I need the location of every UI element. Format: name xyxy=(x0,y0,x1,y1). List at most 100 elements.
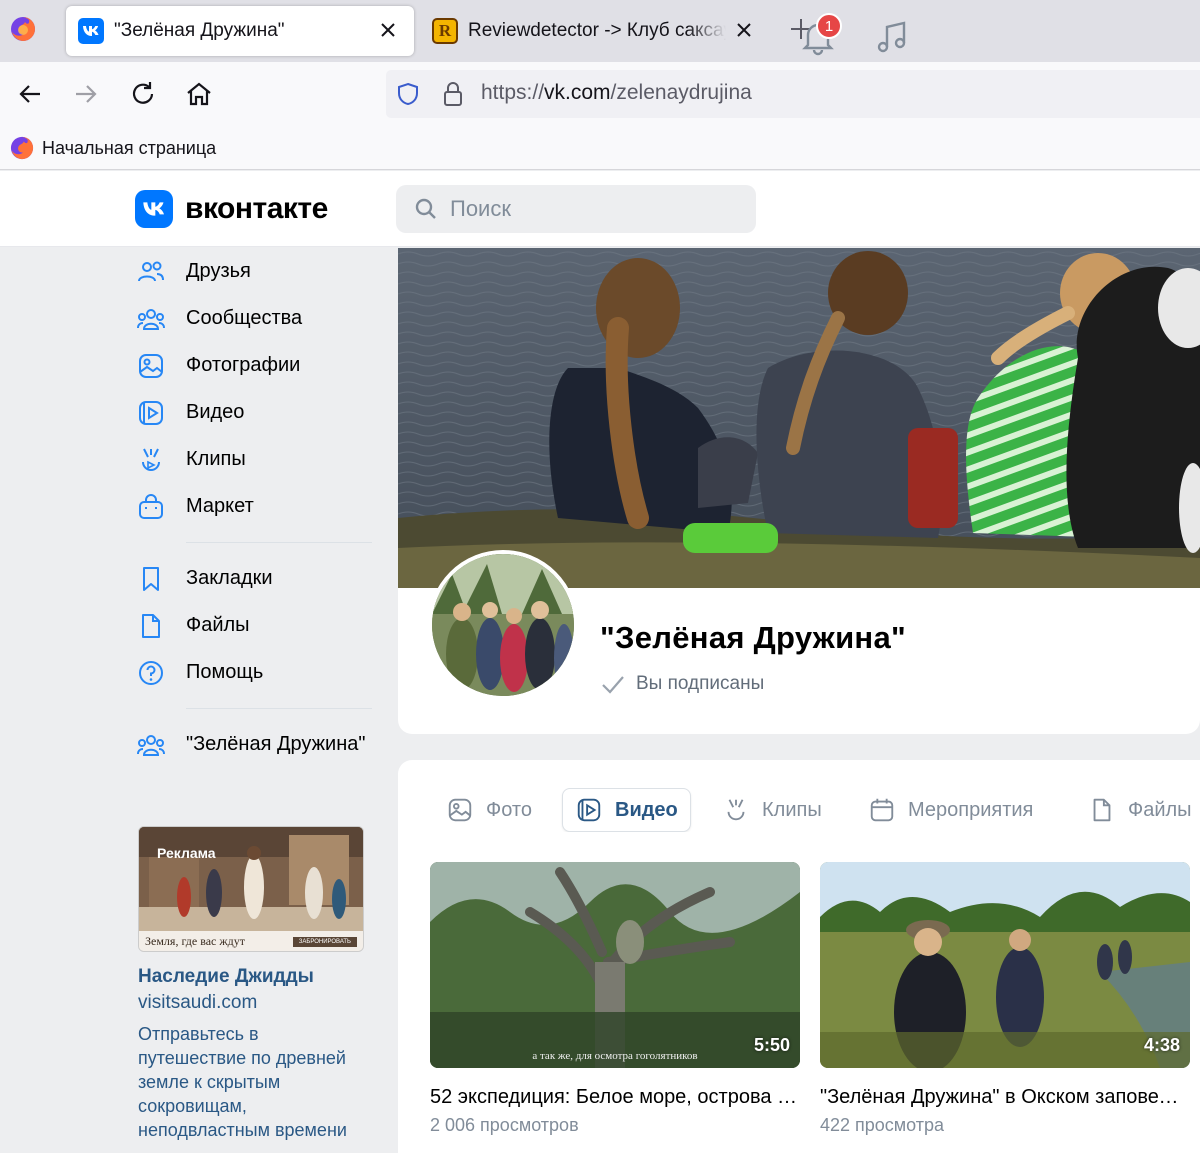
ad-domain[interactable]: visitsaudi.com xyxy=(138,992,368,1014)
menu-item-market[interactable]: Маркет xyxy=(136,483,376,530)
friends-icon xyxy=(138,261,164,281)
menu-item-photos[interactable]: Фотографии xyxy=(136,342,376,389)
menu-item-friends[interactable]: Друзья xyxy=(136,248,376,295)
reload-icon[interactable] xyxy=(127,78,159,110)
menu-item-label: Видео xyxy=(186,401,245,423)
bookmark-icon xyxy=(143,566,159,591)
ad-image[interactable]: Реклама Земля, где вас ждут ЗАБРОНИРОВАТ… xyxy=(138,826,364,952)
menu-item-label: "Зелёная Дружина" xyxy=(186,733,366,755)
ad-cta-button[interactable]: ЗАБРОНИРОВАТЬ xyxy=(292,937,357,947)
menu-item-communities[interactable]: Сообщества xyxy=(136,295,376,342)
search-input[interactable] xyxy=(450,196,740,222)
vk-brand-name: вконтакте xyxy=(185,192,328,225)
video-duration: 5:50 xyxy=(753,1035,790,1055)
menu-item-label: Фотографии xyxy=(186,354,301,376)
tab-vk[interactable]: "Зелёная Дружина" xyxy=(66,6,414,56)
checkmark-icon xyxy=(602,676,624,694)
shield-icon[interactable] xyxy=(396,82,420,106)
tab-video[interactable]: Видео xyxy=(562,788,691,832)
video-thumbnail[interactable]: а так же, для осмотра гоголятников 5:50 xyxy=(430,862,800,1068)
menu-divider xyxy=(186,708,372,709)
tab-label: Фото xyxy=(486,798,532,821)
clips-icon xyxy=(142,448,160,471)
communities-icon xyxy=(137,308,165,330)
video-icon xyxy=(577,798,601,822)
bookmarks-bar: Начальная страница xyxy=(0,126,1200,170)
back-icon[interactable] xyxy=(14,78,46,110)
close-tab-icon[interactable] xyxy=(376,18,400,42)
tab-clips[interactable]: Клипы xyxy=(710,788,834,832)
ad-description[interactable]: Отправьтесь в путешествие по древней зем… xyxy=(138,1022,368,1142)
file-icon xyxy=(142,613,160,638)
video-thumbnail-image xyxy=(430,862,800,1068)
ad-scene-illustration xyxy=(139,827,363,933)
menu-item-label: Закладки xyxy=(186,567,273,589)
video-title[interactable]: "Зелёная Дружина" в Окском заповеднике xyxy=(820,1086,1190,1109)
ad-title[interactable]: Наследие Джидды xyxy=(138,966,368,988)
video-thumbnail-image xyxy=(820,862,1190,1068)
url-domain: vk.com xyxy=(544,81,611,104)
menu-item-label: Файлы xyxy=(186,614,250,636)
content-tabs: Фото Видео Клипы Мероприятия Файлы xyxy=(430,788,1200,832)
navigation-bar: https://vk.com/zelenaydrujina xyxy=(0,62,1200,126)
url-text[interactable]: https://vk.com/zelenaydrujina xyxy=(481,81,752,105)
tab-label: Видео xyxy=(615,798,678,821)
menu-divider xyxy=(186,542,372,543)
music-icon[interactable] xyxy=(874,18,910,56)
address-bar[interactable]: https://vk.com/zelenaydrujina xyxy=(386,70,1200,118)
bookmark-start-page[interactable]: Начальная страница xyxy=(10,136,216,160)
vk-logo[interactable]: вконтакте xyxy=(135,190,328,228)
vk-favicon xyxy=(78,18,104,44)
menu-item-label: Помощь xyxy=(186,661,264,683)
menu-item-bookmarks[interactable]: Закладки xyxy=(136,555,376,602)
menu-item-label: Друзья xyxy=(186,260,251,282)
community-cover xyxy=(398,248,1200,588)
video-views: 422 просмотра xyxy=(820,1115,945,1135)
subscribed-button[interactable]: Вы подписаны xyxy=(600,672,764,696)
home-icon[interactable] xyxy=(183,78,215,110)
video-icon xyxy=(139,400,163,425)
photos-icon xyxy=(448,798,472,822)
menu-item-label: Клипы xyxy=(186,448,246,470)
tab-title: Reviewdetector -> Клуб саксаул xyxy=(468,20,726,41)
communities-icon xyxy=(137,734,165,756)
lock-icon[interactable] xyxy=(442,81,464,107)
menu-item-community-zelenaya-druzhina[interactable]: "Зелёная Дружина" xyxy=(136,721,376,768)
tab-label: Файлы xyxy=(1128,798,1192,821)
close-tab-icon[interactable] xyxy=(732,18,756,42)
notifications-badge: 1 xyxy=(816,13,842,39)
url-path: /zelenaydrujina xyxy=(610,81,752,104)
tab-photos[interactable]: Фото xyxy=(434,788,544,832)
menu-item-video[interactable]: Видео xyxy=(136,389,376,436)
firefox-icon[interactable] xyxy=(10,16,36,42)
video-title[interactable]: 52 экспедиция: Белое море, острова Канда… xyxy=(430,1086,800,1109)
menu-item-files[interactable]: Файлы xyxy=(136,602,376,649)
calendar-icon xyxy=(870,798,894,822)
tab-label: Мероприятия xyxy=(908,798,1034,821)
menu-item-clips[interactable]: Клипы xyxy=(136,436,376,483)
search-box[interactable] xyxy=(396,185,756,233)
left-menu: Друзья Сообщества Фотографии Видео Клипы… xyxy=(136,248,376,768)
video-duration: 4:38 xyxy=(1143,1035,1180,1055)
tab-events[interactable]: Мероприятия xyxy=(856,788,1045,832)
advertisement[interactable]: Реклама Земля, где вас ждут ЗАБРОНИРОВАТ… xyxy=(138,826,368,1142)
video-views: 2 006 просмотров xyxy=(430,1115,579,1135)
video-card[interactable]: а так же, для осмотра гоголятников 5:50 … xyxy=(430,862,800,1136)
community-name: "Зелёная Дружина" xyxy=(600,620,906,655)
subscribed-label: Вы подписаны xyxy=(636,673,765,694)
video-subtitle: а так же, для осмотра гоголятников xyxy=(532,1050,698,1062)
community-avatar[interactable] xyxy=(428,550,578,700)
avatar-photo xyxy=(432,554,574,696)
market-bag-icon xyxy=(139,493,163,519)
menu-item-label: Маркет xyxy=(186,495,254,517)
video-card[interactable]: 4:38 "Зелёная Дружина" в Окском заповедн… xyxy=(820,862,1190,1136)
help-icon xyxy=(139,660,163,685)
reviewdetector-favicon: R xyxy=(432,18,458,44)
menu-item-help[interactable]: Помощь xyxy=(136,649,376,696)
tab-reviewdetector[interactable]: R Reviewdetector -> Клуб саксаул xyxy=(420,6,760,56)
tab-files[interactable]: Файлы xyxy=(1076,788,1200,832)
vk-logo-icon xyxy=(135,190,173,228)
photos-icon xyxy=(139,353,163,378)
video-thumbnail[interactable]: 4:38 xyxy=(820,862,1190,1068)
forward-icon[interactable] xyxy=(70,78,102,110)
